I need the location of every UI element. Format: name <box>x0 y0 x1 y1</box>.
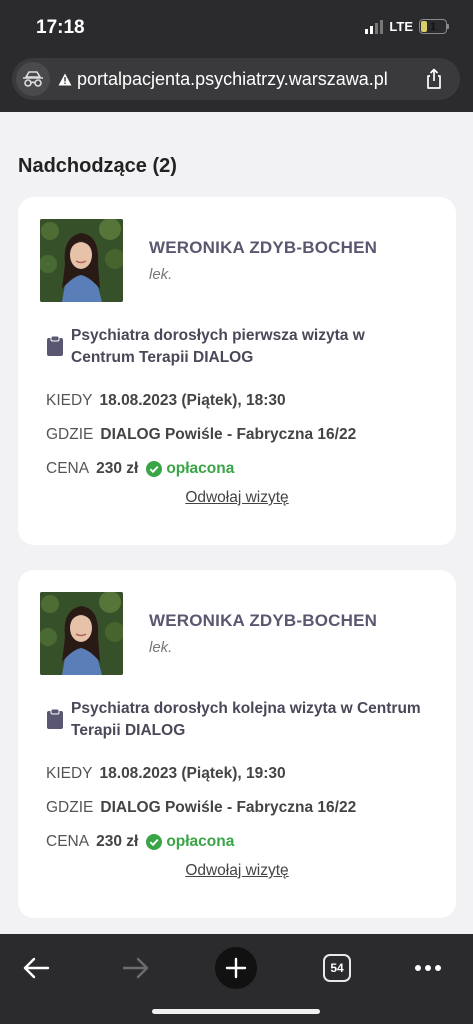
address-bar[interactable]: portalpacjenta.psychiatrzy.warszawa.pl <box>12 58 460 100</box>
payment-status: opłacona <box>146 833 234 851</box>
forward-button[interactable] <box>112 942 160 994</box>
doctor-name: WERONIKA ZDYB-BOCHEN <box>149 611 378 630</box>
page-content: Nadchodzące (2) WERONIKA ZDYB-BOCHEN lek… <box>0 112 473 934</box>
private-browsing-icon[interactable] <box>16 62 50 96</box>
visit-type: Psychiatra dorosłych kolejna wizyta w Ce… <box>71 700 421 739</box>
clipboard-icon <box>46 335 64 357</box>
network-type: LTE <box>389 19 413 34</box>
browser-bottom-toolbar: 54 <box>0 934 473 1024</box>
visit-type: Psychiatra dorosłych pierwsza wizyta w C… <box>71 327 365 366</box>
battery-level: 1 <box>429 20 437 33</box>
home-indicator <box>152 1009 320 1014</box>
payment-status-text: opłacona <box>166 833 235 850</box>
price-row: CENA 230 zł opłacona <box>46 833 234 851</box>
price-value: 230 zł <box>96 460 139 477</box>
payment-status-text: opłacona <box>166 460 235 477</box>
tab-count: 54 <box>323 954 351 982</box>
new-tab-button[interactable] <box>215 942 257 994</box>
where-label: GDZIE <box>46 426 94 443</box>
doctor-name: WERONIKA ZDYB-BOCHEN <box>149 238 378 257</box>
section-title: Nadchodzące (2) <box>18 155 177 177</box>
more-menu-button[interactable] <box>406 942 450 994</box>
more-icon <box>415 965 441 971</box>
where-label: GDZIE <box>46 799 94 816</box>
when-label: KIEDY <box>46 765 93 782</box>
check-circle-icon <box>146 834 163 850</box>
where-value: DIALOG Powiśle - Fabryczna 16/22 <box>100 426 357 443</box>
status-indicators: LTE 1 <box>365 19 449 34</box>
when-row: KIEDY 18.08.2023 (Piątek), 18:30 <box>46 392 286 410</box>
url-text[interactable]: portalpacjenta.psychiatrzy.warszawa.pl <box>77 69 388 90</box>
where-value: DIALOG Powiśle - Fabryczna 16/22 <box>100 799 357 816</box>
price-label: CENA <box>46 833 90 850</box>
back-button[interactable] <box>12 942 60 994</box>
browser-top-bar: 17:18 LTE 1 portalpacjenta.psychiatrzy.w… <box>0 0 473 112</box>
share-icon[interactable] <box>422 67 446 91</box>
doctor-title: lek. <box>149 639 173 656</box>
doctor-title: lek. <box>149 266 173 283</box>
price-label: CENA <box>46 460 90 477</box>
signal-icon <box>365 19 384 34</box>
price-value: 230 zł <box>96 833 139 850</box>
plus-icon <box>225 957 247 979</box>
when-value: 18.08.2023 (Piątek), 18:30 <box>99 392 286 409</box>
doctor-photo <box>40 219 123 302</box>
when-row: KIEDY 18.08.2023 (Piątek), 19:30 <box>46 765 286 783</box>
when-value: 18.08.2023 (Piątek), 19:30 <box>99 765 286 782</box>
warning-icon <box>58 73 72 86</box>
tabs-button[interactable]: 54 <box>318 942 356 994</box>
cancel-visit-link[interactable]: Odwołaj wizytę <box>18 862 456 880</box>
appointment-card: WERONIKA ZDYB-BOCHEN lek. Psychiatra dor… <box>18 197 456 545</box>
arrow-right-icon <box>122 957 149 979</box>
status-time: 17:18 <box>36 17 85 38</box>
arrow-left-icon <box>23 957 50 979</box>
cancel-visit-link[interactable]: Odwołaj wizytę <box>18 489 456 507</box>
payment-status: opłacona <box>146 460 234 478</box>
clipboard-icon <box>46 708 64 730</box>
where-row: GDZIE DIALOG Powiśle - Fabryczna 16/22 <box>46 799 356 817</box>
where-row: GDZIE DIALOG Powiśle - Fabryczna 16/22 <box>46 426 356 444</box>
check-circle-icon <box>146 461 163 477</box>
price-row: CENA 230 zł opłacona <box>46 460 234 478</box>
appointment-card: WERONIKA ZDYB-BOCHEN lek. Psychiatra dor… <box>18 570 456 918</box>
battery-icon: 1 <box>419 19 449 34</box>
doctor-photo <box>40 592 123 675</box>
when-label: KIEDY <box>46 392 93 409</box>
